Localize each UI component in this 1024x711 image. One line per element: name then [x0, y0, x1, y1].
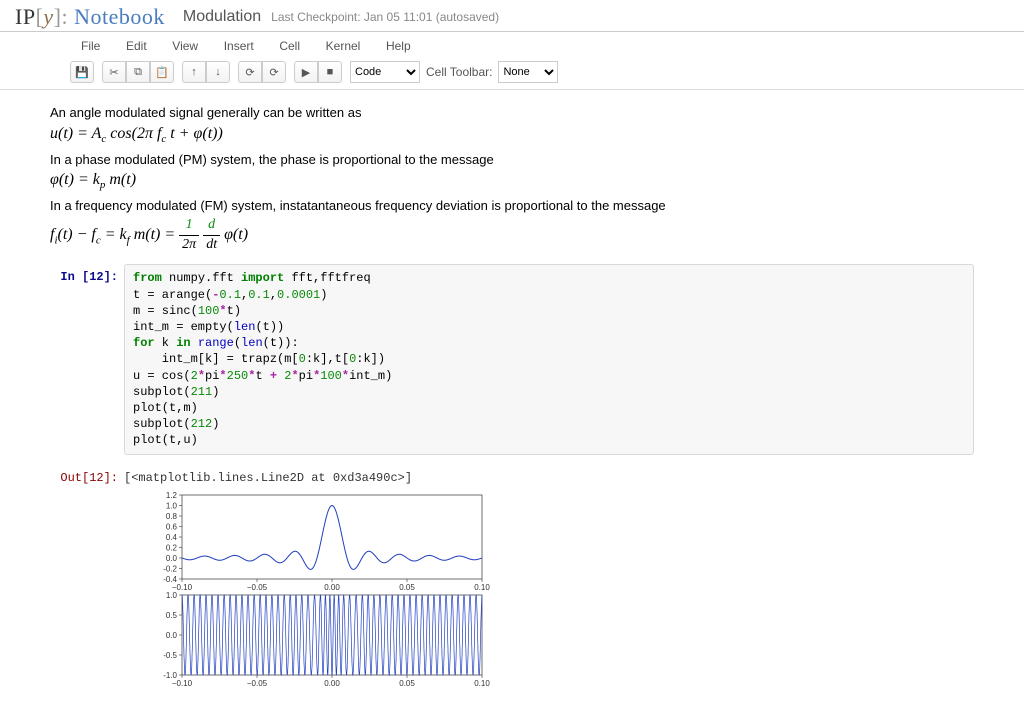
svg-text:0.10: 0.10	[474, 679, 490, 688]
toolbar: 💾 ✂ ⧉ 📋 ↑ ↓ ⟳ ⟳ ▶ ■ Code Cell Toolbar: N…	[0, 58, 1024, 90]
md-line: An angle modulated signal generally can …	[50, 104, 974, 122]
menu-insert[interactable]: Insert	[213, 35, 265, 57]
svg-text:0.0: 0.0	[166, 554, 178, 563]
output-text: [<matplotlib.lines.Line2D at 0xd3a490c>]	[124, 465, 974, 485]
checkpoint-text: Last Checkpoint: Jan 05 11:01 (autosaved…	[271, 10, 499, 24]
svg-text:0.4: 0.4	[166, 533, 178, 542]
svg-text:1.2: 1.2	[166, 491, 178, 500]
svg-text:0.00: 0.00	[324, 583, 340, 592]
in-prompt: In [12]:	[50, 264, 124, 454]
svg-text:0.0: 0.0	[166, 631, 178, 640]
run-icon[interactable]: ▶	[294, 61, 318, 83]
menu-help[interactable]: Help	[375, 35, 422, 57]
paste-icon[interactable]: 📋	[150, 61, 174, 83]
md-line: In a frequency modulated (FM) system, in…	[50, 197, 974, 215]
svg-text:0.5: 0.5	[166, 611, 178, 620]
svg-text:1.0: 1.0	[166, 591, 178, 600]
menu-view[interactable]: View	[161, 35, 209, 57]
celltoolbar-label: Cell Toolbar:	[426, 65, 492, 79]
notebook-title[interactable]: Modulation	[183, 8, 261, 26]
menu-kernel[interactable]: Kernel	[315, 35, 372, 57]
output-cell: Out[12]: [<matplotlib.lines.Line2D at 0x…	[50, 465, 974, 485]
equation-3: fi(t) − fc = kf m(t) = 12π ddt φ(t)	[50, 216, 974, 255]
svg-text:0.8: 0.8	[166, 512, 178, 521]
celltoolbar-select[interactable]: None	[498, 61, 558, 83]
move-down-icon[interactable]: ↓	[206, 61, 230, 83]
svg-text:0.2: 0.2	[166, 543, 178, 552]
svg-text:-0.5: -0.5	[163, 651, 177, 660]
svg-text:0.00: 0.00	[324, 679, 340, 688]
run-prev-icon[interactable]: ⟳	[238, 61, 262, 83]
out-prompt: Out[12]:	[50, 465, 124, 485]
equation-1: u(t) = Ac cos(2π fc t + φ(t))	[50, 123, 974, 147]
menu-bar: File Edit View Insert Cell Kernel Help	[0, 32, 1024, 58]
md-line: In a phase modulated (PM) system, the ph…	[50, 151, 974, 169]
menu-file[interactable]: File	[70, 35, 111, 57]
markdown-cell[interactable]: An angle modulated signal generally can …	[50, 104, 974, 254]
run-next-icon[interactable]: ⟳	[262, 61, 286, 83]
svg-text:1.0: 1.0	[166, 501, 178, 510]
svg-text:−0.10: −0.10	[172, 679, 193, 688]
menu-cell[interactable]: Cell	[268, 35, 311, 57]
celltype-select[interactable]: Code	[350, 61, 420, 83]
svg-text:0.10: 0.10	[474, 583, 490, 592]
code-cell[interactable]: In [12]: from numpy.fft import fft,fftfr…	[50, 264, 974, 454]
logo: IP[y]: Notebook	[15, 4, 165, 30]
equation-2: φ(t) = kp m(t)	[50, 169, 974, 193]
svg-text:−0.05: −0.05	[247, 583, 268, 592]
svg-text:0.05: 0.05	[399, 583, 415, 592]
menu-edit[interactable]: Edit	[115, 35, 158, 57]
svg-text:0.05: 0.05	[399, 679, 415, 688]
code-input[interactable]: from numpy.fft import fft,fftfreq t = ar…	[124, 264, 974, 454]
plot-output: -0.4-0.20.00.20.40.60.81.01.2−0.10−0.050…	[144, 491, 974, 691]
svg-text:0.6: 0.6	[166, 522, 178, 531]
cut-icon[interactable]: ✂	[102, 61, 126, 83]
save-icon[interactable]: 💾	[70, 61, 94, 83]
move-up-icon[interactable]: ↑	[182, 61, 206, 83]
svg-text:-0.2: -0.2	[163, 564, 177, 573]
svg-text:−0.05: −0.05	[247, 679, 268, 688]
stop-icon[interactable]: ■	[318, 61, 342, 83]
copy-icon[interactable]: ⧉	[126, 61, 150, 83]
